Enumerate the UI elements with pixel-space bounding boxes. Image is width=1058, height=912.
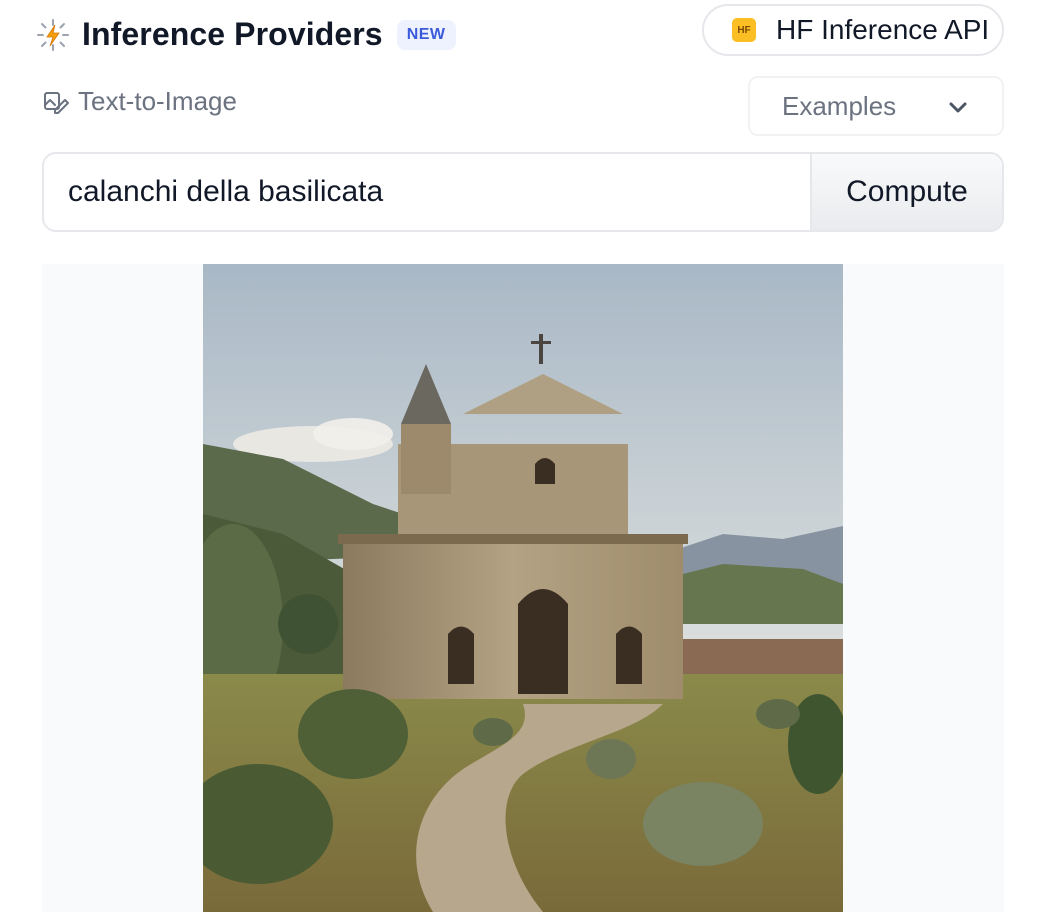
widget-title: Inference Providers bbox=[82, 16, 383, 52]
prompt-input[interactable] bbox=[44, 154, 810, 230]
examples-label: Examples bbox=[782, 90, 897, 121]
provider-selector-button[interactable]: HF HF Inference API bbox=[702, 4, 1004, 56]
chevron-down-icon bbox=[946, 96, 970, 120]
task-row: Text-to-Image Examples bbox=[42, 76, 1004, 136]
new-badge: NEW bbox=[396, 19, 456, 50]
brand: Inference Providers NEW bbox=[36, 16, 456, 53]
compute-button[interactable]: Compute bbox=[810, 154, 1002, 230]
examples-dropdown[interactable]: Examples bbox=[748, 76, 1004, 136]
prompt-input-group: Compute bbox=[42, 152, 1004, 232]
hf-logo-icon: HF bbox=[732, 18, 756, 42]
task-label: Text-to-Image bbox=[78, 86, 237, 116]
task-indicator: Text-to-Image bbox=[42, 86, 237, 117]
image-edit-icon bbox=[42, 88, 70, 116]
generated-image bbox=[203, 264, 843, 912]
sparkle-lightning-icon bbox=[36, 18, 70, 52]
widget-header: Inference Providers NEW HF HF Inference … bbox=[36, 4, 1004, 60]
provider-label: HF Inference API bbox=[776, 14, 990, 45]
output-area bbox=[42, 264, 1004, 912]
